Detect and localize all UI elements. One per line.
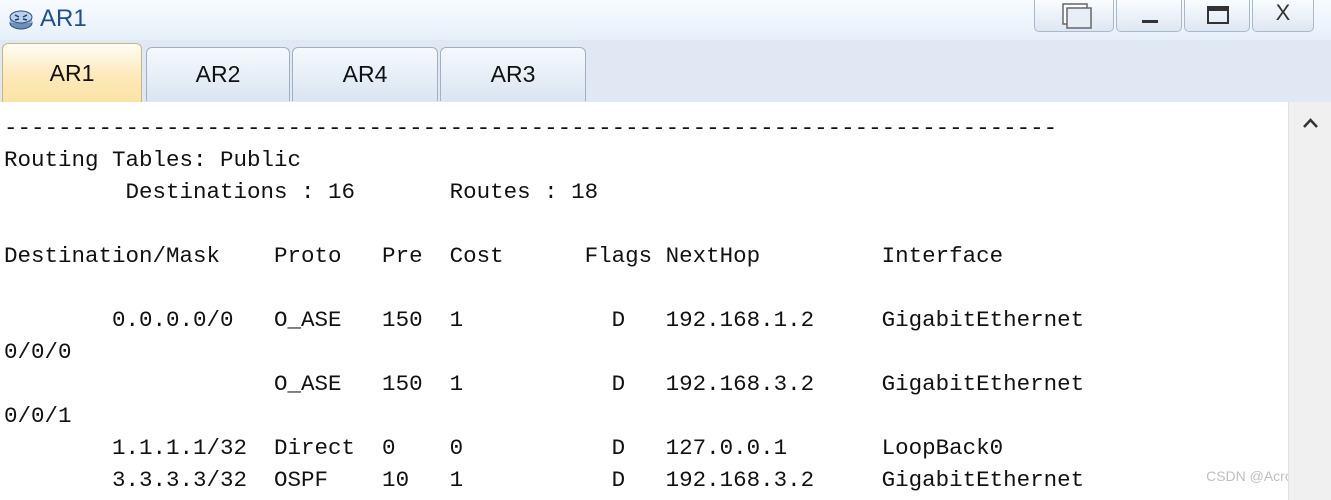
table-header-line: Destination/Mask Proto Pre Cost Flags Ne…	[4, 243, 1004, 269]
tab-ar4[interactable]: AR4	[292, 47, 438, 101]
close-button[interactable]: X	[1252, 0, 1314, 32]
terminal-output[interactable]: ----------------------------------------…	[0, 102, 1288, 500]
routing-tables-line: Routing Tables: Public	[4, 147, 302, 173]
destinations-routes-line: Destinations : 16 Routes : 18	[4, 179, 599, 205]
route-row: 3.3.3.3/32 OSPF 10 1 D 192.168.3.2 Gigab…	[4, 467, 1085, 493]
terminal-window: AR1 X AR1 AR2 AR4 AR3 ------------------…	[0, 0, 1331, 500]
close-icon: X	[1275, 0, 1291, 25]
chevron-up-icon	[1303, 118, 1318, 128]
router-icon	[6, 6, 36, 32]
restore-button[interactable]	[1034, 0, 1114, 32]
separator-line: ----------------------------------------…	[4, 115, 1058, 141]
title-bar: AR1 X	[0, 0, 1331, 40]
scroll-track[interactable]	[1289, 142, 1331, 500]
tab-strip: AR1 AR2 AR4 AR3	[0, 40, 1331, 102]
tab-ar3[interactable]: AR3	[440, 47, 586, 101]
window-title: AR1	[40, 5, 87, 32]
maximize-icon	[1207, 6, 1229, 24]
vertical-scrollbar[interactable]	[1288, 102, 1331, 500]
tab-ar1[interactable]: AR1	[2, 43, 142, 102]
tab-ar2[interactable]: AR2	[146, 47, 290, 101]
minimize-icon	[1142, 20, 1158, 23]
route-row-wrap: 0/0/0	[4, 339, 72, 365]
scroll-up-button[interactable]	[1289, 110, 1331, 138]
route-row: 1.1.1.1/32 Direct 0 0 D 127.0.0.1 LoopBa…	[4, 435, 1004, 461]
maximize-button[interactable]	[1184, 0, 1250, 32]
route-row: 0.0.0.0/0 O_ASE 150 1 D 192.168.1.2 Giga…	[4, 307, 1085, 333]
minimize-button[interactable]	[1116, 0, 1182, 32]
route-row: O_ASE 150 1 D 192.168.3.2 GigabitEtherne…	[4, 371, 1085, 397]
restore-icon	[1062, 3, 1092, 29]
route-row-wrap: 0/0/1	[4, 403, 72, 429]
